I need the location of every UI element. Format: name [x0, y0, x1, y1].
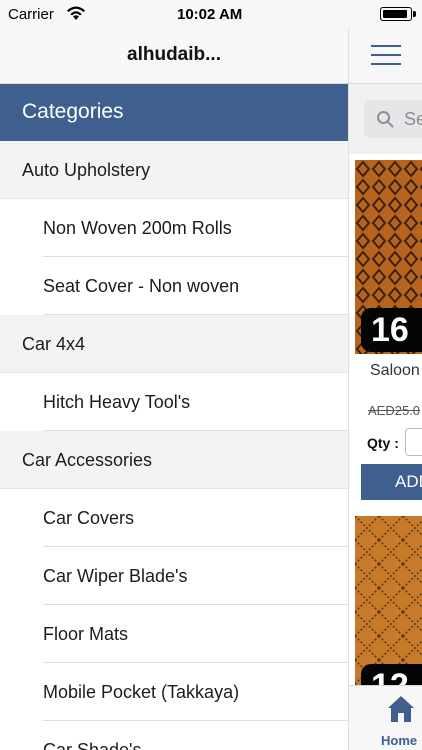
product-name: Saloon	[370, 362, 420, 379]
product-card[interactable]: 12	[355, 516, 422, 708]
search-icon	[377, 111, 394, 128]
subcategory-label: Car Covers	[43, 508, 135, 528]
category-auto-upholstery[interactable]: Auto Upholstery	[0, 141, 348, 199]
subcategory-non-woven-rolls[interactable]: Non Woven 200m Rolls	[0, 199, 348, 257]
category-label: Auto Upholstery	[22, 160, 151, 180]
search-input[interactable]: Se	[364, 100, 422, 138]
category-car-4x4[interactable]: Car 4x4	[0, 315, 348, 373]
categories-title: Categories	[22, 100, 124, 123]
drawer-header: alhudaib...	[0, 28, 348, 84]
tab-bar: Home	[349, 685, 422, 750]
old-price: AED25.0	[368, 403, 421, 418]
price-badge: 16	[361, 308, 422, 352]
category-list: Auto Upholstery Non Woven 200m Rolls Sea…	[0, 141, 348, 750]
categories-header: Categories	[0, 84, 348, 141]
subcategory-wiper-blades[interactable]: Car Wiper Blade's	[0, 547, 348, 605]
battery-icon	[380, 7, 416, 21]
status-bar: Carrier 10:02 AM	[0, 0, 422, 28]
carrier-label: Carrier	[8, 6, 54, 23]
subcategory-label: Floor Mats	[43, 624, 129, 644]
drawer-title: alhudaib...	[127, 44, 221, 65]
add-to-cart-button[interactable]: ADD	[361, 464, 422, 500]
category-car-accessories[interactable]: Car Accessories	[0, 431, 348, 489]
subcategory-label: Mobile Pocket (Takkaya)	[43, 682, 240, 702]
qty-input[interactable]	[405, 428, 422, 456]
clock-time: 10:02 AM	[177, 6, 243, 23]
product-image	[355, 516, 422, 685]
subcategory-label: Car Shade's	[43, 740, 142, 750]
subcategory-mobile-pocket[interactable]: Mobile Pocket (Takkaya)	[0, 663, 348, 721]
menu-icon[interactable]	[371, 45, 401, 67]
subcategory-label: Car Wiper Blade's	[43, 566, 188, 586]
search-area: Se	[349, 84, 422, 154]
category-label: Car 4x4	[22, 334, 86, 354]
home-icon[interactable]	[386, 694, 416, 724]
qty-label: Qty :	[367, 435, 399, 451]
subcategory-floor-mats[interactable]: Floor Mats	[0, 605, 348, 663]
category-label: Car Accessories	[22, 450, 153, 470]
tab-home-label[interactable]: Home	[381, 733, 417, 748]
subcategory-label: Non Woven 200m Rolls	[43, 218, 232, 238]
subcategory-label: Hitch Heavy Tool's	[43, 392, 191, 412]
subcategory-label: Seat Cover - Non woven	[43, 276, 240, 296]
product-card[interactable]: 16 Saloon AED25.0 Qty : ADD	[355, 160, 422, 510]
wifi-icon	[67, 6, 85, 20]
subcategory-car-covers[interactable]: Car Covers	[0, 489, 348, 547]
main-screen: Se 16 Saloon AED25.0 Qty : ADD	[348, 0, 422, 750]
subcategory-car-shades[interactable]: Car Shade's	[0, 721, 348, 750]
search-placeholder: Se	[404, 109, 422, 129]
subcategory-seat-cover[interactable]: Seat Cover - Non woven	[0, 257, 348, 315]
subcategory-hitch-heavy-tools[interactable]: Hitch Heavy Tool's	[0, 373, 348, 431]
category-drawer: alhudaib... Categories Auto Upholstery N…	[0, 0, 348, 750]
